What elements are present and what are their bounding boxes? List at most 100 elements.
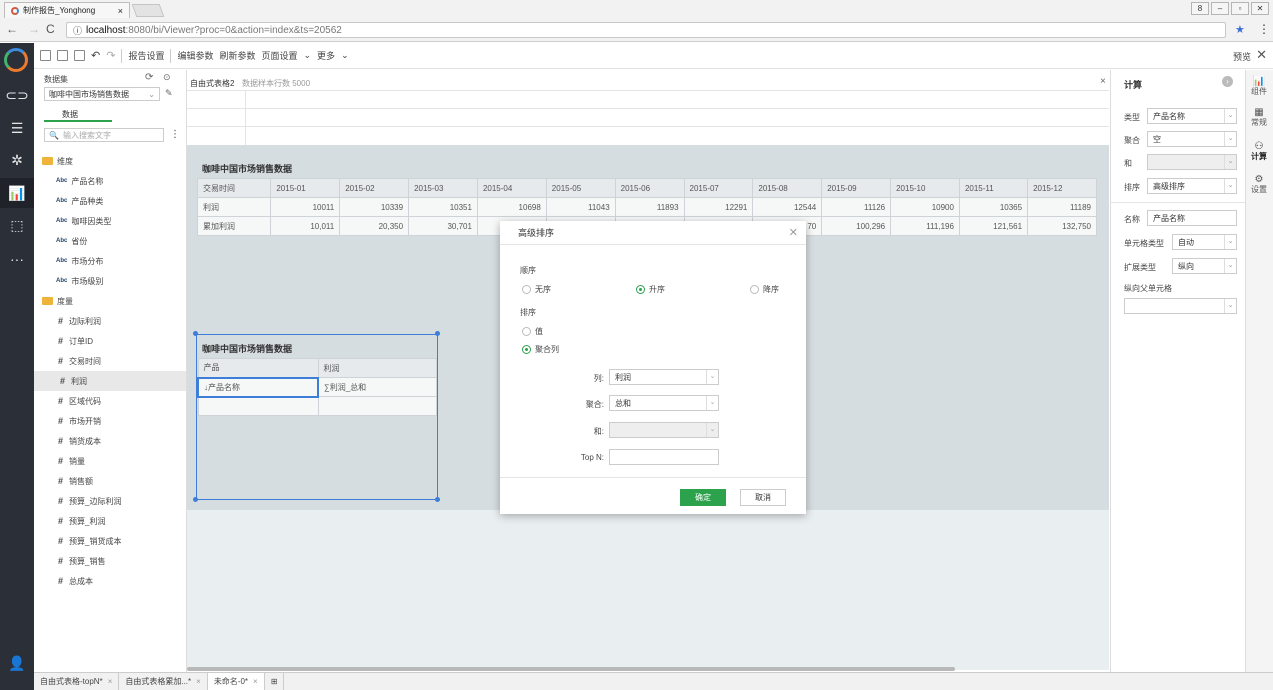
sort-select[interactable]: 高级排序 ⌄ [1147, 178, 1237, 194]
list-item[interactable]: # 边际利润 [52, 311, 204, 331]
list-item[interactable]: # 销售额 [52, 471, 204, 491]
list-icon[interactable]: ☰ [0, 113, 34, 143]
table-cell[interactable]: ∑利润_总和 [317, 377, 437, 397]
table-cell[interactable]: 10900 [890, 197, 960, 217]
field-search-input[interactable]: 🔍 输入搜索文字 [44, 128, 164, 142]
list-item[interactable]: # 预算_利润 [52, 511, 204, 531]
topn-input[interactable] [609, 449, 719, 465]
more-dots-icon[interactable]: ··· [0, 244, 34, 274]
component-tab-label[interactable]: 自由式表格2 [190, 78, 234, 89]
browser-tab[interactable]: 制作报告_Yonghong × [4, 2, 130, 18]
table-cell[interactable]: 2015-04 [476, 178, 547, 198]
table-cell[interactable]: 产品 [197, 358, 319, 378]
table-cell[interactable]: 利润 [317, 358, 437, 378]
dimension-folder[interactable]: 维度 [42, 151, 194, 171]
list-item[interactable]: Abc 产品名称 [56, 171, 208, 191]
sheet-tab[interactable]: 未命名-0* × [207, 673, 265, 690]
forward-icon[interactable]: → [28, 22, 40, 36]
report-chart-icon[interactable]: 📊 [0, 178, 34, 208]
table-cell[interactable]: 2015-01 [270, 178, 341, 198]
list-item[interactable]: # 预算_销货成本 [52, 531, 204, 551]
table-cell[interactable]: 11043 [545, 197, 616, 217]
settings-tab[interactable]: ⚙ 设置 [1245, 175, 1273, 195]
table-cell[interactable]: 10,011 [270, 216, 341, 236]
compute-tab[interactable]: ⚇ 计算 [1245, 142, 1273, 162]
bookmark-star-icon[interactable]: ★ [1235, 23, 1245, 36]
new-icon[interactable] [40, 50, 51, 61]
table-cell[interactable]: 10011 [270, 197, 341, 217]
and-select[interactable]: ⌄ [1147, 154, 1237, 170]
reload-icon[interactable]: C [46, 22, 55, 36]
user-icon[interactable]: 8 [1191, 2, 1209, 15]
data-tab[interactable]: 数据 [62, 109, 78, 120]
table-cell[interactable]: 20,350 [339, 216, 410, 236]
order-none-radio[interactable]: 无序 [522, 284, 551, 295]
add-sheet-icon[interactable]: ⊞ [265, 673, 285, 690]
edit-params-button[interactable]: 编辑参数 [177, 49, 213, 62]
product-profit-table[interactable]: 产品 利润 ↓产品名称 ∑利润_总和 [197, 358, 437, 416]
measure-folder[interactable]: 度量 [42, 291, 194, 311]
preview-button[interactable]: 预览 [1233, 50, 1251, 63]
table-cell[interactable]: 11126 [821, 197, 892, 217]
resize-handle[interactable] [435, 331, 440, 336]
table-cell[interactable]: 2015-05 [545, 178, 616, 198]
collapse-icon[interactable]: › [1222, 76, 1233, 87]
table-cell[interactable]: 30,701 [408, 216, 478, 236]
list-item[interactable]: # 交易时间 [52, 351, 204, 371]
parent-cell-select[interactable]: ⌄ [1124, 298, 1237, 314]
new-tab-button[interactable] [131, 4, 165, 17]
list-item[interactable]: # 市场开销 [52, 411, 204, 431]
table-cell[interactable]: 10351 [408, 197, 478, 217]
table-cell[interactable]: 2015-07 [683, 178, 754, 198]
table-cell[interactable]: 利润 [196, 197, 272, 217]
list-item[interactable]: # 预算_销售 [52, 551, 204, 571]
cancel-button[interactable]: 取消 [740, 489, 786, 506]
column-select[interactable]: 利润 ⌄ [609, 369, 719, 385]
cell-type-select[interactable]: 自动 ⌄ [1172, 234, 1237, 250]
restore-icon[interactable]: ▫ [1231, 2, 1249, 15]
table-cell[interactable]: 2015-12 [1027, 178, 1097, 198]
type-select[interactable]: 产品名称 ⌄ [1147, 108, 1237, 124]
back-icon[interactable]: ← [6, 22, 18, 36]
horizontal-scrollbar[interactable] [187, 667, 955, 671]
report-settings-button[interactable]: 报告设置 [128, 49, 164, 62]
minimize-icon[interactable]: – [1211, 2, 1229, 15]
list-item[interactable]: Abc 产品种类 [56, 191, 208, 211]
table-cell[interactable]: 12544 [752, 197, 823, 217]
table-cell[interactable]: 111,196 [890, 216, 960, 236]
save-icon[interactable] [57, 50, 68, 61]
toggle-icon[interactable]: ⊙ [163, 72, 171, 83]
list-item[interactable]: Abc 咖啡因类型 [56, 211, 208, 231]
resize-handle[interactable] [193, 497, 198, 502]
table-cell[interactable]: 2015-03 [408, 178, 478, 198]
table-cell[interactable]: 2015-11 [958, 178, 1029, 198]
list-item[interactable]: # 销货成本 [52, 431, 204, 451]
order-asc-radio[interactable]: 升序 [636, 284, 665, 295]
user-profile-icon[interactable]: 👤 [0, 648, 34, 678]
order-desc-radio[interactable]: 降序 [750, 284, 779, 295]
name-input[interactable]: 产品名称 [1147, 210, 1237, 226]
table-cell[interactable]: 12291 [683, 197, 754, 217]
table-cell[interactable]: 132,750 [1027, 216, 1097, 236]
table-cell[interactable]: 10365 [958, 197, 1029, 217]
close-editor-icon[interactable]: ✕ [1256, 47, 1267, 63]
components-tab[interactable]: 📊 组件 [1245, 77, 1273, 97]
refresh-params-button[interactable]: 刷新参数 [219, 49, 255, 62]
list-item[interactable]: # 预算_边际利润 [52, 491, 204, 511]
table-cell[interactable]: 10698 [476, 197, 547, 217]
close-icon[interactable]: × [196, 677, 201, 686]
resize-handle[interactable] [193, 331, 198, 336]
close-component-icon[interactable]: × [1100, 76, 1106, 87]
table-cell[interactable] [197, 396, 319, 416]
agg-select[interactable]: 空 ⌄ [1147, 131, 1237, 147]
table-cell[interactable]: 11189 [1027, 197, 1097, 217]
dashboard-icon[interactable]: ⬚ [0, 210, 34, 240]
sheet-tab[interactable]: 自由式表格累加...* × [119, 673, 208, 690]
sheet-tab[interactable]: 自由式表格-topN* × [34, 673, 120, 690]
browser-menu-icon[interactable]: ⋮ [1258, 22, 1270, 36]
dataset-select[interactable]: 咖啡中国市场销售数据 ⌄ [44, 87, 160, 101]
refresh-icon[interactable]: ⟳ [145, 72, 153, 83]
list-item[interactable]: # 总成本 [52, 571, 204, 591]
table-cell[interactable] [317, 396, 437, 416]
resize-handle[interactable] [435, 497, 440, 502]
